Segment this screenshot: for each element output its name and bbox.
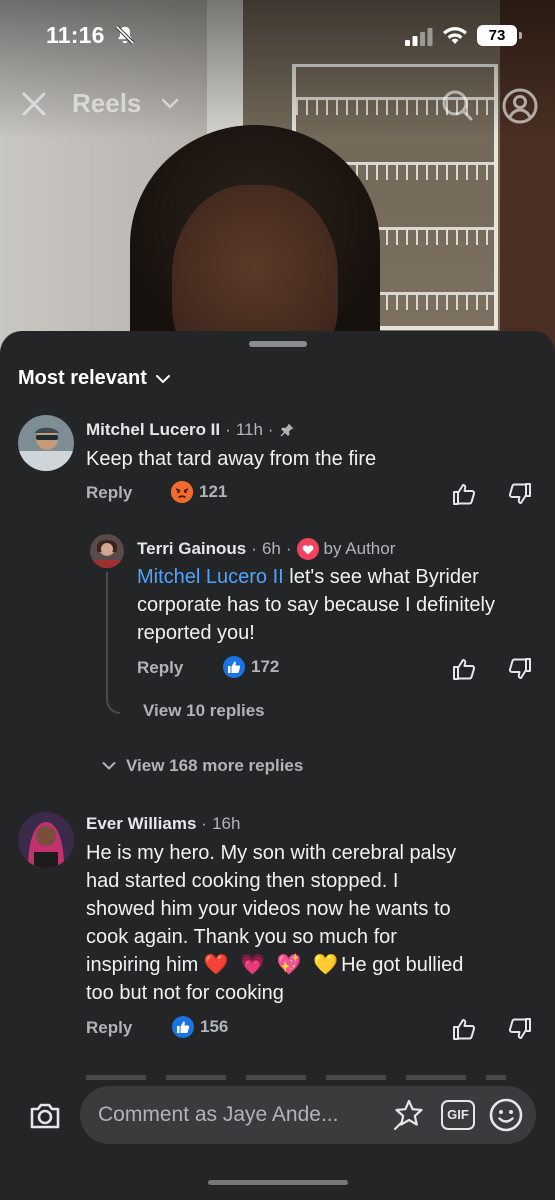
thumbs-up-icon[interactable] — [451, 1016, 477, 1042]
gif-button[interactable]: GIF — [441, 1100, 475, 1130]
comment-text: Keep that tard away from the fire — [86, 448, 377, 470]
status-bar: 11:16 73 — [0, 0, 555, 72]
reaction-summary[interactable]: 121 — [171, 481, 227, 503]
comment-header: Ever Williams · 16h — [86, 814, 241, 834]
reply-button[interactable]: Reply — [86, 1018, 132, 1038]
thumbs-up-icon[interactable] — [451, 656, 477, 682]
battery-indicator: 73 — [477, 25, 522, 46]
thumbs-down-icon[interactable] — [507, 656, 533, 682]
avatar[interactable] — [18, 415, 74, 471]
reply-button[interactable]: Reply — [137, 658, 183, 678]
reaction-count: 172 — [251, 657, 280, 676]
comment-time: 11h — [235, 420, 263, 439]
signal-icon — [405, 28, 433, 46]
chevron-down-icon — [155, 374, 170, 383]
home-indicator[interactable] — [208, 1180, 348, 1185]
view-replies-link[interactable]: View 10 replies — [143, 701, 265, 721]
comment-header: Mitchel Lucero II · 11h · — [86, 420, 295, 440]
comment-time: 16h — [212, 814, 241, 833]
reels-header: Reels — [0, 80, 555, 130]
bell-muted-icon — [115, 25, 135, 45]
avatar[interactable] — [18, 812, 74, 868]
wifi-icon — [443, 27, 467, 44]
search-icon[interactable] — [440, 88, 474, 122]
view-more-replies-link[interactable]: View 168 more replies — [102, 756, 303, 776]
chevron-down-icon — [102, 762, 116, 770]
comment-placeholder[interactable]: Comment as Jaye Ande... — [98, 1103, 338, 1127]
heart-badge-icon — [296, 538, 319, 560]
sort-dropdown[interactable]: Most relevant — [18, 367, 171, 390]
thumbs-down-icon[interactable] — [507, 1016, 533, 1042]
reels-title[interactable]: Reels — [72, 88, 141, 119]
author-name[interactable]: Mitchel Lucero II — [86, 420, 220, 440]
reply-button[interactable]: Reply — [86, 483, 132, 503]
thumbs-up-icon[interactable] — [451, 481, 477, 507]
profile-icon[interactable] — [502, 88, 538, 124]
sticker-icon[interactable] — [392, 1098, 426, 1132]
like-reaction-icon — [223, 656, 245, 678]
angry-reaction-icon — [171, 481, 193, 503]
thread-connector — [106, 572, 120, 714]
author-name[interactable]: Ever Williams — [86, 814, 196, 834]
sort-label: Most relevant — [18, 367, 147, 389]
reaction-summary[interactable]: 172 — [223, 656, 279, 678]
reply-text: Mitchel Lucero II let's see what Byrider… — [137, 566, 495, 644]
comment-time: 6h — [261, 539, 281, 558]
like-reaction-icon — [172, 1016, 194, 1038]
author-name[interactable]: Terri Gainous — [137, 539, 246, 559]
pin-icon — [280, 423, 294, 437]
reaction-count: 121 — [199, 482, 228, 501]
thumbs-down-icon[interactable] — [507, 481, 533, 507]
camera-icon[interactable] — [28, 1099, 62, 1133]
emoji-sequence: ❤️ 💗 💖 💛 — [203, 954, 342, 976]
mention-link[interactable]: Mitchel Lucero II — [137, 566, 284, 588]
clock: 11:16 — [46, 22, 105, 48]
comment-text: He is my hero. My son with cerebral pals… — [86, 842, 464, 1004]
chevron-down-icon[interactable] — [160, 96, 180, 112]
close-icon[interactable] — [20, 90, 48, 118]
reaction-summary[interactable]: 156 — [172, 1016, 228, 1038]
author-badge: by Author — [323, 539, 396, 558]
drag-handle[interactable] — [249, 341, 307, 347]
comments-sheet: Most relevant Mitchel Lucero II · 11h · … — [0, 331, 555, 1200]
comment-input[interactable]: Comment as Jaye Ande... GIF — [80, 1086, 536, 1144]
avatar[interactable] — [90, 534, 124, 568]
reply-header: Terri Gainous · 6h · by Author — [137, 538, 396, 560]
emoji-icon[interactable] — [488, 1097, 524, 1133]
reaction-count: 156 — [200, 1017, 229, 1036]
